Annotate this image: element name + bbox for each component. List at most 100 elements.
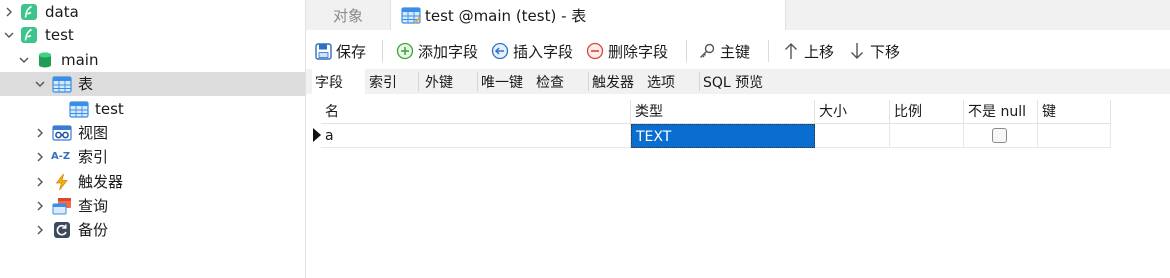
field-type-cell[interactable]: TEXT — [631, 124, 815, 148]
tab-label: test @main (test) - 表 — [425, 6, 587, 25]
toolbar-separator — [768, 40, 769, 62]
subtab-label: SQL 预览 — [703, 74, 764, 91]
chevron-right-icon[interactable] — [33, 175, 47, 189]
subtab-separator — [418, 72, 419, 91]
insert-field-button[interactable]: 插入字段 — [491, 38, 573, 64]
toolbar-separator — [686, 40, 687, 62]
subtab-triggers[interactable]: 触发器 — [589, 69, 644, 94]
column-header-size[interactable]: 大小 — [815, 100, 890, 124]
backup-icon — [53, 221, 71, 239]
move-up-label: 上移 — [804, 42, 835, 61]
move-down-button[interactable]: 下移 — [848, 38, 900, 64]
editor-area: 对象 test @main (test) - 表 保存 添加字段 插入字段 删除… — [306, 0, 1170, 278]
chevron-right-icon[interactable] — [33, 126, 47, 140]
tab-bar: 对象 test @main (test) - 表 — [306, 0, 1170, 30]
column-header-not-null[interactable]: 不是 null — [964, 100, 1038, 124]
subtab-label: 字段 — [315, 74, 343, 91]
tree-item-label: 查询 — [78, 197, 109, 215]
primary-key-label: 主键 — [720, 42, 751, 61]
chevron-down-icon[interactable] — [2, 28, 16, 42]
arrow-down-icon — [848, 42, 866, 60]
tree-item-label: 视图 — [78, 124, 109, 142]
subtab-unique-keys[interactable]: 唯一键 — [478, 69, 533, 94]
tree-item-label: main — [61, 51, 99, 69]
tree-item-triggers[interactable]: 触发器 — [0, 170, 305, 194]
not-null-checkbox[interactable] — [992, 128, 1007, 143]
tree-item-test-db[interactable]: test — [0, 23, 305, 47]
tree-item-table-test[interactable]: test — [0, 97, 305, 121]
table-icon — [69, 100, 89, 118]
tree-item-indexes[interactable]: A-Z 索引 — [0, 145, 305, 169]
subtab-fields[interactable]: 字段 — [312, 69, 365, 94]
tree-item-queries[interactable]: 查询 — [0, 194, 305, 218]
delete-field-button[interactable]: 删除字段 — [586, 38, 668, 64]
insert-field-label: 插入字段 — [513, 42, 574, 61]
column-header-scale[interactable]: 比例 — [890, 100, 964, 124]
trigger-icon — [53, 173, 71, 191]
subtab-label: 唯一键 — [481, 74, 523, 91]
subtab-checks[interactable]: 检查 — [533, 69, 588, 94]
tree-item-data[interactable]: data — [0, 0, 305, 24]
tree-item-label: test — [95, 100, 124, 118]
subtab-label: 索引 — [369, 74, 397, 91]
field-name-cell[interactable]: a — [321, 124, 631, 148]
tab-table-design[interactable]: test @main (test) - 表 — [390, 0, 786, 30]
database-icon — [36, 51, 54, 69]
subtab-indexes[interactable]: 索引 — [366, 69, 418, 94]
save-button[interactable]: 保存 — [314, 38, 366, 64]
tree-item-main-schema[interactable]: main — [0, 48, 305, 72]
tree-item-label: 触发器 — [78, 173, 124, 191]
tree-item-label: 备份 — [78, 221, 109, 239]
toolbar: 保存 添加字段 插入字段 删除字段 主键 上移 下移 — [306, 36, 1170, 66]
chevron-right-icon[interactable] — [33, 223, 47, 237]
field-size-cell[interactable] — [815, 124, 890, 148]
design-subtabs: 字段 索引 外键 唯一键 检查 触发器 选项 SQL 预览 — [306, 69, 1170, 94]
navigation-tree: data test main 表 test 视图 A-Z 索引 触发器 查询 备… — [0, 0, 306, 278]
chevron-right-icon[interactable] — [2, 5, 16, 19]
field-not-null-cell — [964, 124, 1038, 148]
column-header-name[interactable]: 名 — [321, 100, 631, 124]
tree-item-tables[interactable]: 表 — [0, 72, 305, 96]
arrow-up-icon — [782, 42, 800, 60]
tables-icon — [52, 75, 72, 93]
tab-label: 对象 — [332, 6, 363, 25]
sqlite-file-icon — [20, 3, 38, 21]
views-icon — [52, 124, 72, 142]
remove-circle-icon — [586, 42, 604, 60]
chevron-down-icon[interactable] — [17, 53, 31, 67]
subtab-options[interactable]: 选项 — [644, 69, 699, 94]
toolbar-separator — [382, 40, 383, 62]
move-up-button[interactable]: 上移 — [782, 38, 834, 64]
add-field-button[interactable]: 添加字段 — [396, 38, 478, 64]
subtab-foreign-keys[interactable]: 外键 — [422, 69, 477, 94]
chevron-down-icon[interactable] — [33, 77, 47, 91]
subtab-label: 外键 — [425, 74, 453, 91]
column-header-type[interactable]: 类型 — [631, 100, 815, 124]
tree-item-views[interactable]: 视图 — [0, 121, 305, 145]
primary-key-button[interactable]: 主键 — [698, 38, 750, 64]
query-icon — [52, 197, 71, 215]
current-row-indicator-icon — [313, 128, 321, 142]
tree-item-label: 索引 — [78, 148, 109, 166]
delete-field-label: 删除字段 — [608, 42, 669, 61]
field-scale-cell[interactable] — [890, 124, 964, 148]
tree-item-backups[interactable]: 备份 — [0, 218, 305, 242]
column-header-key[interactable]: 键 — [1038, 100, 1111, 124]
add-circle-icon — [396, 42, 414, 60]
index-icon: A-Z — [51, 151, 71, 162]
save-icon — [314, 42, 332, 60]
save-label: 保存 — [336, 42, 367, 61]
key-icon — [698, 42, 716, 60]
tree-item-label: 表 — [78, 75, 94, 93]
field-key-cell[interactable] — [1038, 124, 1111, 148]
chevron-right-icon[interactable] — [33, 199, 47, 213]
tree-item-label: test — [45, 26, 74, 44]
sqlite-file-icon — [20, 26, 38, 44]
tab-objects[interactable]: 对象 — [306, 0, 390, 30]
subtab-sql-preview[interactable]: SQL 预览 — [700, 69, 780, 94]
tree-item-label: data — [45, 3, 79, 21]
subtab-label: 检查 — [536, 74, 564, 91]
table-icon — [401, 6, 421, 24]
add-field-label: 添加字段 — [418, 42, 479, 61]
chevron-right-icon[interactable] — [33, 150, 47, 164]
